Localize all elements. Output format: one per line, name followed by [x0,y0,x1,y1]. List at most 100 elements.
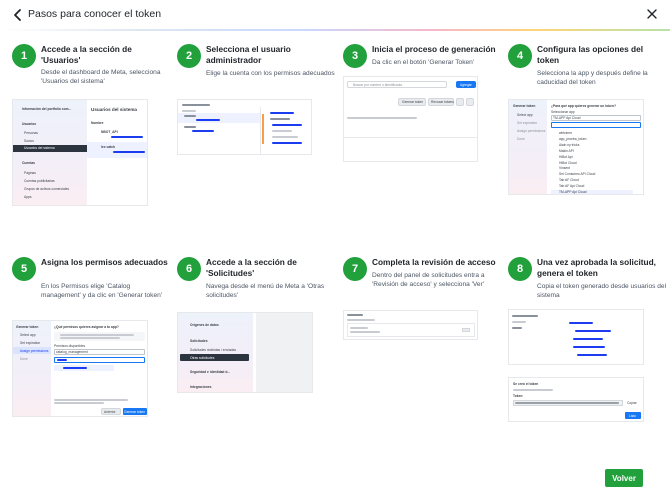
redacted-id [196,119,220,121]
apps-item: Apps [24,195,32,199]
step-title: Una vez aprobada la solicitud, genera el… [537,257,656,278]
step-5-screenshot: Generar token Select app Set expiration … [12,320,148,417]
wizard-step-4: Done [20,357,28,361]
redacted-id [113,151,145,153]
app-option: HiBot Api [559,154,573,159]
highlight-marker [262,114,264,144]
app-option: Tab AF Api Cloud [559,184,585,189]
menu-item-requests: Solicitudes [190,339,208,343]
step-8-users-screenshot [508,309,644,365]
step-description: Selecciona la app y después define la ca… [537,70,648,86]
step-title: Accede a la sección de 'Usuarios' [41,44,132,65]
step-title: Selecciona el usuario administrador [206,44,291,65]
step-number-badge: 7 [343,257,367,281]
revoke-tokens-label: Revocar tokens [431,100,454,104]
chevron-left-icon[interactable] [11,7,25,23]
app-option: Sel Consutmo API Cloud [559,172,596,177]
name-column-header: Nombre [91,121,104,125]
title-line [182,104,210,106]
app-option: Vinsent [559,166,570,171]
wizard-title: Generar token [16,325,39,329]
step-8-token-screenshot: Se creó el token Token Copiar Listo [508,377,644,422]
step-description: Navega desde el menú de Meta a 'Otras so… [206,283,325,299]
partners-item: Socios [24,139,34,143]
footnote-line [54,399,128,401]
dropdown-button [466,98,474,106]
app-option: HiBot Cloud [559,160,577,165]
col-line [512,321,526,323]
step-number-badge: 4 [508,44,532,68]
permissions-value: catalog_management [56,350,88,354]
name-line [184,126,196,128]
redacted-id [577,354,607,356]
user-row-2 [87,142,147,158]
title-line [512,315,538,317]
step-number-badge: 5 [12,257,36,281]
redacted-option [63,367,87,369]
panel-title: Usuarios del sistema [91,107,137,112]
step-title: Configura las opciones del token [537,44,644,65]
wizard-step-4: Done [517,137,525,141]
redacted-id [270,112,294,114]
name-line [512,327,522,329]
view-button [462,328,470,332]
step-number-badge: 8 [508,257,532,281]
step-title: Asigna los permisos adecuados [41,257,168,267]
close-icon[interactable] [645,7,659,21]
app-option: Tab AF Cloud [559,178,579,183]
token-label: Token [513,394,523,398]
generate-token-button-label: Generar token [124,410,146,414]
menu-item-security: Seguridad e identidad d... [190,370,231,374]
permissions-label: Permisos disponibles [54,344,86,348]
permissions-question: ¿Qué permisos quieres asignar a tu app? [54,325,119,329]
people-item: Personas [24,131,38,135]
ad-accounts-item: Cuentas publicitarias [24,179,55,183]
subtitle-line [513,389,553,391]
done-button-label: Listo [629,414,636,418]
redacted-id [111,136,143,138]
back-button[interactable]: Volver [605,469,643,487]
wizard-title: Generar token [513,104,536,108]
app-option: Makin API [559,148,574,153]
step-7-screenshot [343,310,478,340]
user-row-2-name: lex catch [101,145,116,149]
step-number-badge: 3 [343,44,367,68]
redacted-id [575,330,611,332]
step-2-screenshot [177,99,312,155]
copy-token-button: Copiar [627,401,637,405]
row-line [350,327,368,329]
redacted-id [573,338,603,340]
permissions-search [54,357,145,363]
select-app-label: Seleccionar app [551,110,575,114]
app-option: app_prueba_token [559,136,587,141]
token-value [515,402,619,404]
wizard-step-2: Set expiration [20,341,41,345]
redacted-search [57,359,67,361]
step-description: Da clic en el botón 'Generar Token' [372,59,475,66]
wizard-step-3: Assign permissions [20,349,49,353]
step-description: Dentro del panel de solicitudes entra a … [372,272,485,288]
accounts-section-label: Cuentas [22,161,36,165]
title-line [347,314,363,316]
step-title: Inicia el proceso de generación [372,44,496,54]
dialog-title: Pasos para conocer el token [28,8,162,20]
selected-app-value: TM-APP Api Cloud [553,116,581,120]
step-title: Accede a la sección de 'Solicitudes' [206,257,297,278]
redacted-id [573,346,605,348]
app-option: TM-APP Api Cloud [551,190,633,194]
name-line [184,115,196,117]
step-description: En los Permisos elige 'Catalog managemen… [41,283,163,299]
menu-item-data-sources: Orígenes de datos [190,323,219,327]
detail-line [270,118,290,120]
redacted-id [192,130,214,132]
col-line [182,110,196,112]
redacted-id [272,142,302,144]
other-requests-item: Otras solicitudes [190,355,215,360]
step-number-badge: 2 [177,44,201,68]
more-button [456,98,464,106]
menu-item-integrations: Integraciones [190,385,212,389]
step-3-screenshot: Buscar por nombre o identificador Agrega… [343,76,478,162]
redacted-id [569,322,593,324]
wizard-step-3: Assign permissions [517,129,546,133]
received-requests-item: Solicitudes recibidas / enviadas [190,348,236,352]
